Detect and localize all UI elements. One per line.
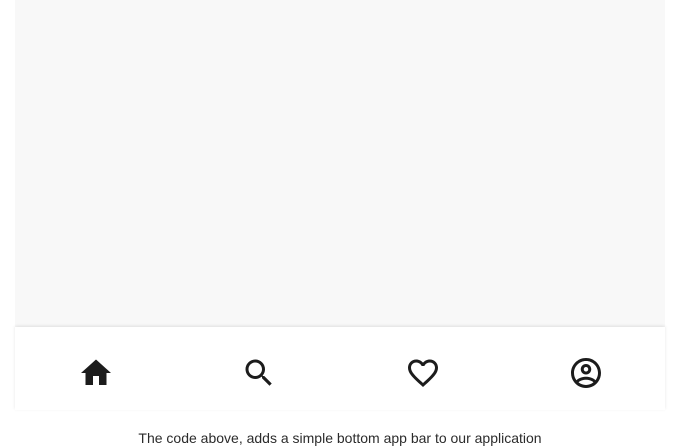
search-icon (245, 359, 272, 386)
account-circle-icon (571, 358, 601, 388)
nav-search-button[interactable] (241, 355, 277, 391)
app-content-area (15, 0, 665, 327)
page-stage: The code above, adds a simple bottom app… (0, 0, 680, 448)
nav-profile-button[interactable] (568, 355, 604, 391)
bottom-app-bar (15, 327, 665, 410)
page-caption: The code above, adds a simple bottom app… (138, 430, 542, 446)
heart-icon (408, 359, 438, 388)
home-icon (81, 359, 111, 385)
nav-home-button[interactable] (78, 355, 114, 391)
app-screen (15, 0, 665, 410)
nav-favorites-button[interactable] (405, 355, 441, 391)
